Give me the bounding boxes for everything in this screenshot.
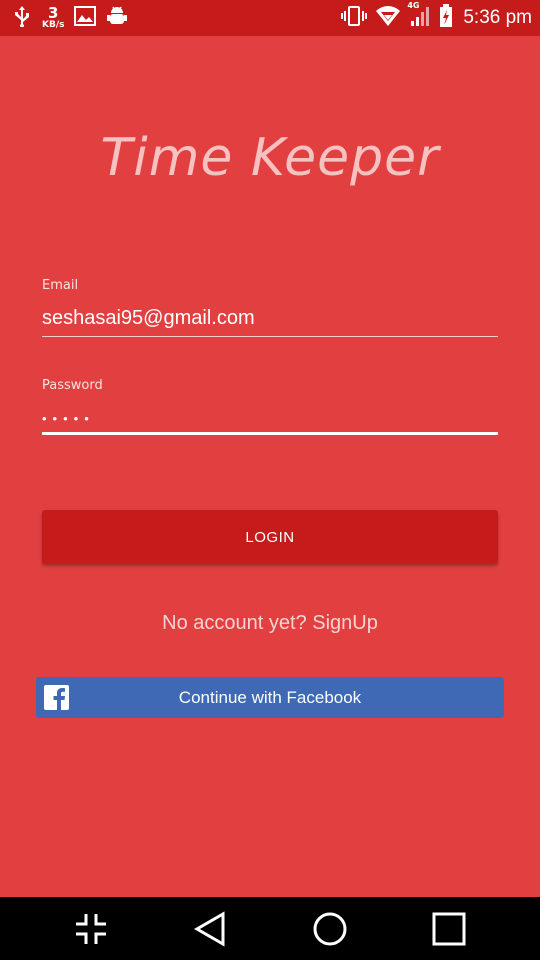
email-underline — [42, 336, 498, 337]
image-icon — [74, 6, 97, 30]
status-time: 5:36 pm — [463, 7, 532, 28]
usb-icon — [12, 5, 32, 31]
network-speed-unit: KB/s — [42, 20, 65, 30]
signup-link[interactable]: No account yet? SignUp — [0, 612, 540, 635]
network-speed-value: 3 — [48, 4, 59, 22]
recents-icon[interactable] — [430, 910, 468, 948]
email-input[interactable]: seshasai95@gmail.com — [42, 307, 498, 336]
app-title: Time Keeper — [100, 128, 440, 188]
battery-icon — [439, 4, 453, 32]
password-field-group: Password ••••• — [42, 378, 498, 435]
email-field-group: Email seshasai95@gmail.com — [42, 278, 498, 337]
minimize-icon[interactable] — [72, 910, 110, 948]
facebook-icon — [44, 685, 69, 710]
vibrate-icon — [341, 5, 368, 31]
password-label: Password — [42, 378, 103, 393]
navigation-bar — [0, 897, 540, 960]
signal-icon: 4G — [407, 1, 431, 31]
status-bar: 3 KB/s 4G 5:36 pm — [0, 0, 540, 36]
home-icon[interactable] — [311, 910, 349, 948]
android-debug-icon — [106, 5, 128, 31]
email-label: Email — [42, 278, 79, 293]
login-button[interactable]: LOGIN — [42, 510, 498, 564]
network-speed: 3 KB/s — [42, 6, 64, 30]
status-bar-left: 3 KB/s — [12, 0, 128, 36]
back-icon[interactable] — [192, 910, 230, 948]
password-underline — [42, 432, 498, 435]
facebook-login-button[interactable]: Continue with Facebook — [36, 677, 504, 718]
password-input[interactable]: ••••• — [42, 407, 498, 432]
wifi-icon — [375, 5, 401, 31]
facebook-button-label: Continue with Facebook — [178, 687, 362, 707]
status-bar-right: 4G 5:36 pm — [341, 0, 532, 36]
network-type: 4G — [407, 1, 420, 10]
